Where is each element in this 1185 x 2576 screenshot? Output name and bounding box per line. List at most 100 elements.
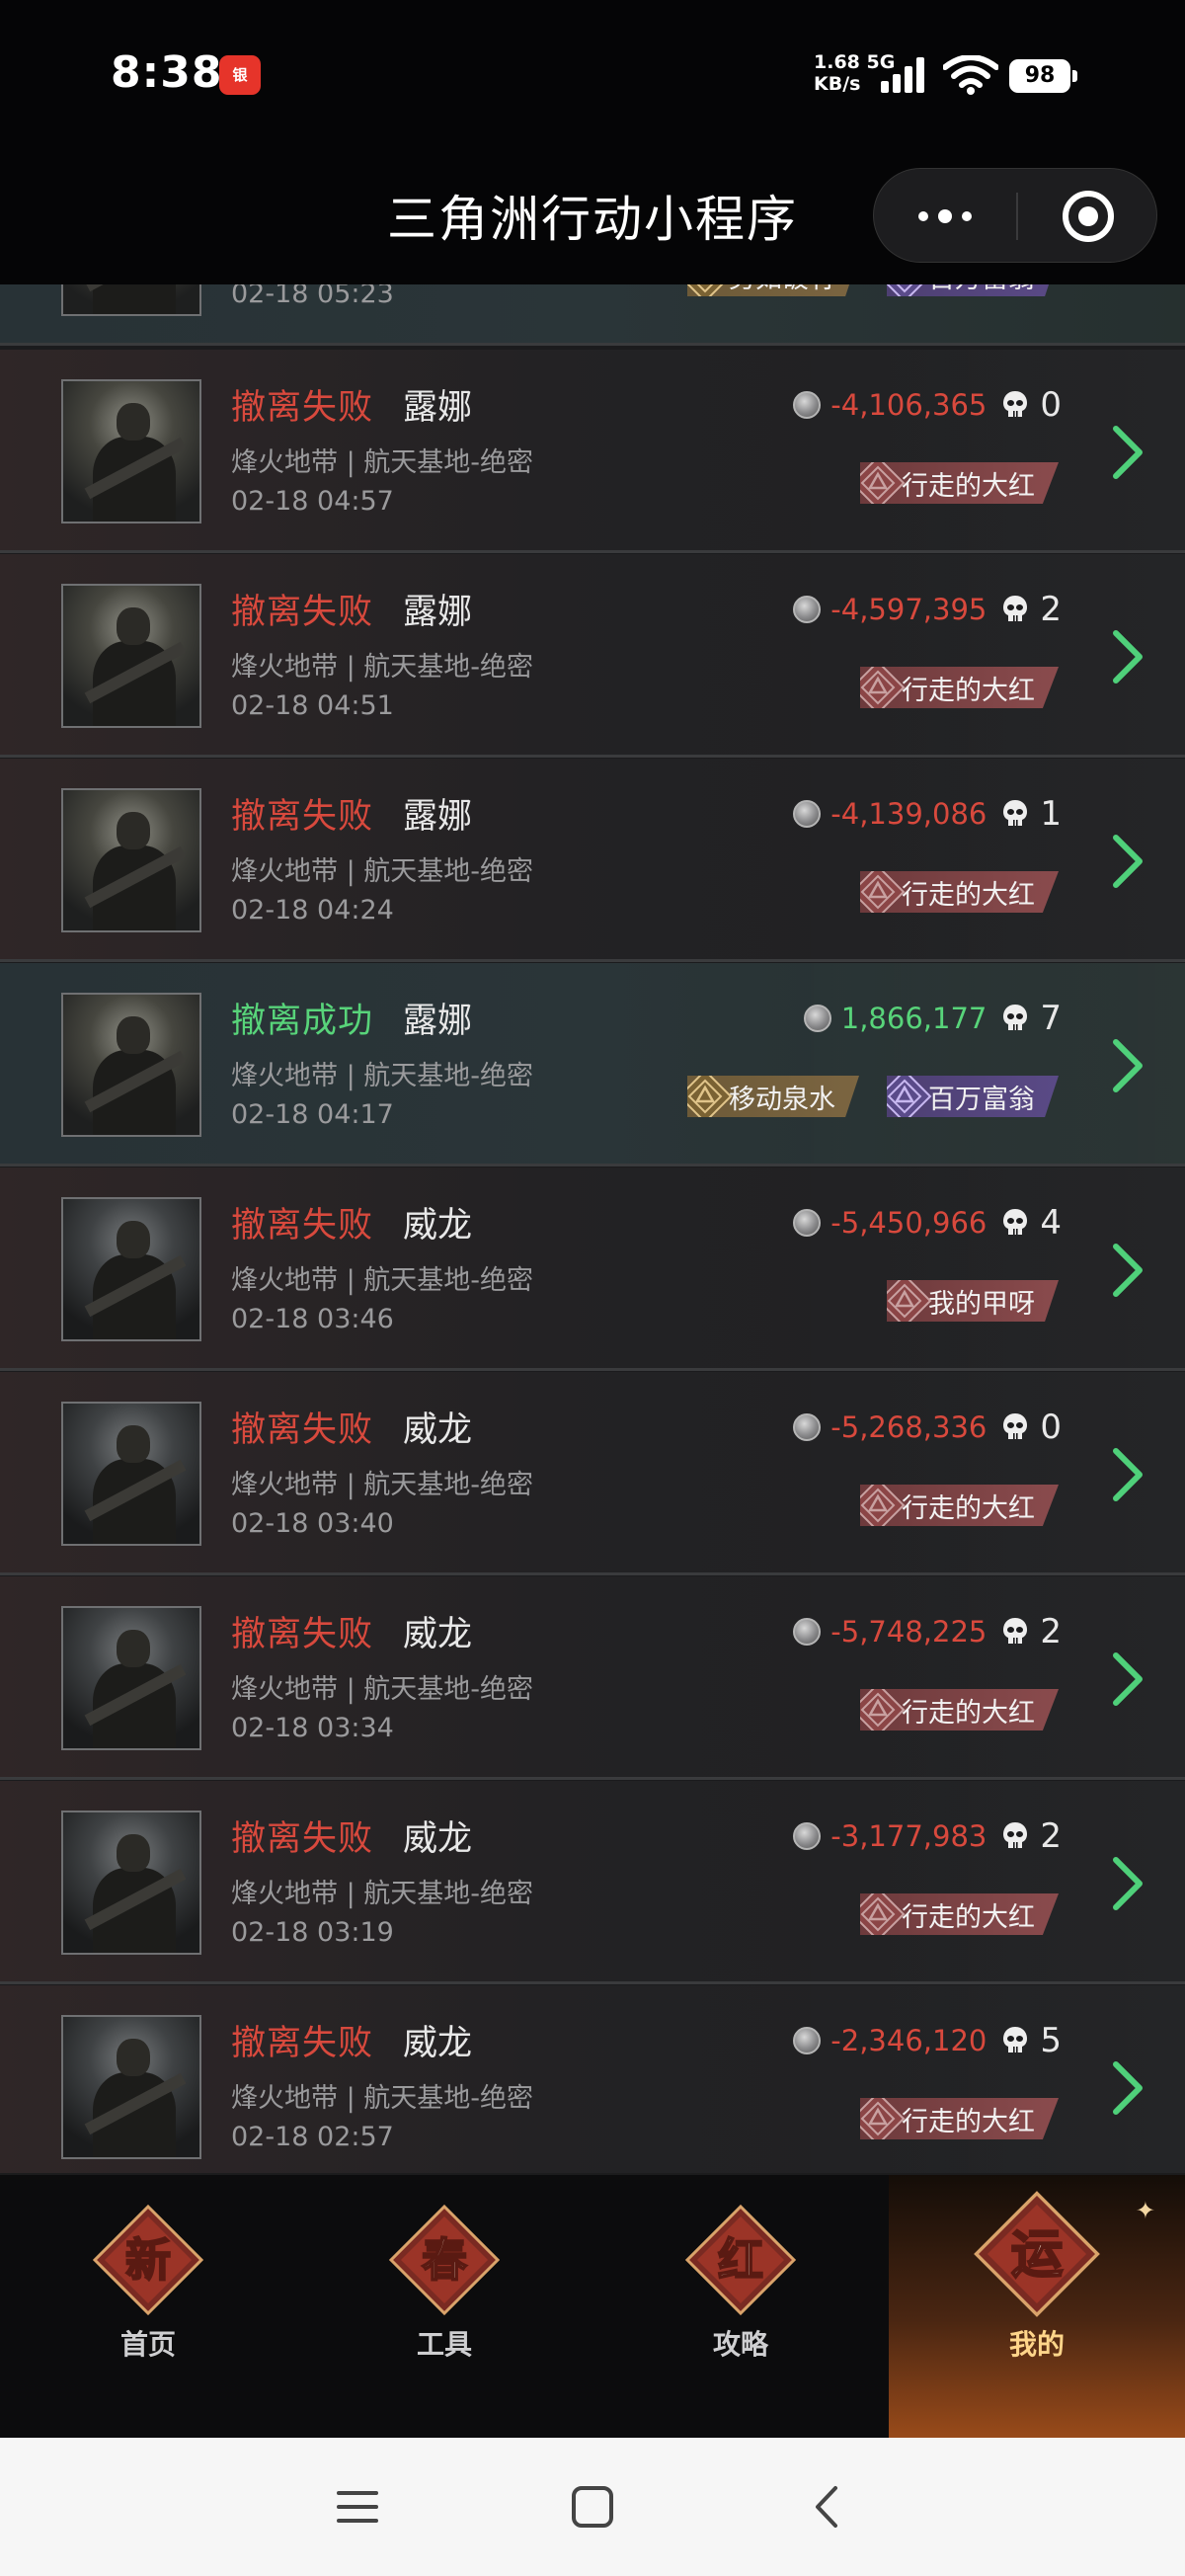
match-time: 02-18 02:57 [231, 2122, 394, 2152]
badge-emblem-icon [860, 1689, 906, 1731]
operator-name: 露娜 [403, 593, 473, 632]
menu-icon[interactable] [328, 2477, 387, 2536]
kill-count: 2 [1040, 590, 1062, 629]
tab-emblem-glyph: 运 [1011, 2224, 1063, 2285]
kill-count: 5 [1040, 2021, 1062, 2060]
chevron-right-icon[interactable] [1110, 629, 1146, 684]
chevron-right-icon[interactable] [1110, 1038, 1146, 1093]
match-row[interactable]: 撤离失败 威龙 烽火地带 | 航天基地-绝密 02-18 02:57 -2,346,12… [0, 1985, 1185, 2173]
map-mode: 烽火地带 | 航天基地-绝密 [231, 1674, 534, 1705]
badge-group: 行走的大红 [848, 871, 1059, 913]
coin-icon [793, 391, 822, 419]
achievement-badge: 行走的大红 [848, 1893, 1059, 1935]
extraction-status: 撤离失败 [231, 388, 374, 428]
kill-count: 0 [1040, 1408, 1062, 1447]
badge-group: 势如破竹 百万富翁 [675, 284, 1059, 296]
kill-count: 2 [1040, 1816, 1062, 1856]
wifi-icon [943, 55, 998, 95]
match-time: 02-18 03:40 [231, 1508, 394, 1539]
match-row[interactable]: 撤离失败 威龙 烽火地带 | 航天基地-绝密 02-18 03:46 -5,450,96… [0, 1167, 1185, 1371]
skull-icon [1003, 391, 1028, 417]
tab-mine[interactable]: 运我的 ✦ [889, 2175, 1185, 2440]
match-time: 02-18 04:17 [231, 1099, 394, 1130]
operator-avatar [61, 379, 201, 523]
badge-emblem-icon [860, 667, 906, 708]
match-row[interactable]: 撤离失败 威龙 烽火地带 | 航天基地-绝密 02-18 03:19 -3,177,98… [0, 1781, 1185, 1984]
badge-label: 行走的大红 [902, 470, 1035, 502]
badge-group: 行走的大红 [848, 1893, 1059, 1935]
match-history-list[interactable]: 02-18 05:23 势如破竹百万富翁 撤离失败露娜烽火地带 | 航天基地-绝… [0, 284, 1185, 2173]
badge-emblem-icon [860, 1485, 906, 1526]
home-square-icon[interactable] [563, 2477, 622, 2536]
badge-label: 行走的大红 [902, 1697, 1035, 1729]
badge-emblem-icon [860, 462, 906, 504]
chevron-right-icon[interactable] [1110, 1447, 1146, 1502]
badge-label: 行走的大红 [902, 879, 1035, 911]
chevron-right-icon[interactable] [1110, 2060, 1146, 2116]
badge-emblem-icon [860, 2098, 906, 2139]
badge-group: 行走的大红 [848, 1689, 1059, 1731]
match-row[interactable]: 撤离成功 露娜 烽火地带 | 航天基地-绝密 02-18 04:17 1,866,177… [0, 963, 1185, 1167]
achievement-badge: 百万富翁 [875, 284, 1059, 296]
badge-label: 我的甲呀 [928, 1288, 1035, 1320]
operator-avatar [61, 1606, 201, 1750]
coin-icon [793, 1822, 822, 1850]
tab-tools[interactable]: 春工具 [296, 2175, 592, 2440]
badge-emblem-icon [687, 1076, 733, 1117]
achievement-badge: 势如破竹 [675, 284, 859, 296]
match-time: 02-18 03:46 [231, 1304, 394, 1334]
badge-group: 行走的大红 [848, 462, 1059, 504]
map-mode: 烽火地带 | 航天基地-绝密 [231, 1879, 534, 1909]
match-row[interactable]: 撤离失败 露娜 烽火地带 | 航天基地-绝密 02-18 04:51 -4,597,39… [0, 554, 1185, 758]
net-value: -5,268,336 [830, 1410, 988, 1444]
chevron-right-icon[interactable] [1110, 1651, 1146, 1707]
net-value: -4,139,086 [830, 797, 988, 831]
map-mode: 烽火地带 | 航天基地-绝密 [231, 856, 534, 887]
match-row[interactable]: 撤离失败 威龙 烽火地带 | 航天基地-绝密 02-18 03:34 -5,748,22… [0, 1576, 1185, 1780]
tab-emblem-glyph: 红 [718, 2233, 763, 2287]
chevron-right-icon[interactable] [1110, 425, 1146, 480]
tab-label: 工具 [416, 2328, 472, 2361]
skull-icon [1003, 1209, 1028, 1235]
match-row-partial[interactable]: 02-18 05:23 势如破竹 百万富翁 [0, 284, 1185, 346]
net-value: -2,346,120 [830, 2024, 988, 2057]
skull-icon [1003, 2027, 1028, 2053]
match-row[interactable]: 撤离失败 露娜 烽火地带 | 航天基地-绝密 02-18 04:24 -4,139,08… [0, 759, 1185, 962]
badge-group: 行走的大红 [848, 2098, 1059, 2139]
chevron-right-icon[interactable] [1110, 1243, 1146, 1298]
kill-count: 7 [1040, 999, 1062, 1038]
badge-label: 百万富翁 [928, 284, 1035, 295]
skull-icon [1003, 596, 1028, 621]
value-summary: -4,106,365 0 [793, 385, 1062, 425]
coin-icon [793, 2027, 822, 2054]
badge-emblem-icon [887, 1280, 932, 1322]
badge-group: 行走的大红 [848, 667, 1059, 708]
match-row[interactable]: 撤离失败 露娜 烽火地带 | 航天基地-绝密 02-18 04:57 -4,106,36… [0, 350, 1185, 553]
skull-icon [1003, 800, 1028, 826]
skull-icon [1003, 1413, 1028, 1439]
extraction-status: 撤离失败 [231, 593, 374, 632]
achievement-badge: 行走的大红 [848, 871, 1059, 913]
chevron-right-icon[interactable] [1110, 834, 1146, 889]
tab-home[interactable]: 新首页 [0, 2175, 296, 2440]
chevron-right-icon[interactable] [1110, 1856, 1146, 1911]
match-row[interactable]: 撤离失败 威龙 烽火地带 | 航天基地-绝密 02-18 03:40 -5,268,33… [0, 1372, 1185, 1575]
extraction-status: 撤离失败 [231, 1410, 374, 1450]
map-mode: 烽火地带 | 航天基地-绝密 [231, 1470, 534, 1500]
operator-avatar [61, 584, 201, 728]
coin-icon [793, 1413, 822, 1441]
tab-guide[interactable]: 红攻略 [592, 2175, 889, 2440]
operator-name: 威龙 [403, 1206, 473, 1246]
operator-name: 威龙 [403, 1819, 473, 1859]
clock: 8:38 [111, 47, 223, 98]
tab-label: 首页 [119, 2328, 176, 2361]
more-dots-icon[interactable] [874, 169, 1016, 264]
operator-avatar [61, 788, 201, 932]
badge-group: 移动泉水 百万富翁 [675, 1076, 1059, 1117]
badge-emblem-icon [860, 1893, 906, 1935]
battery-indicator: 98 [1009, 59, 1070, 93]
back-chevron-icon[interactable] [798, 2477, 857, 2536]
sparkle-icon: ✦ [1135, 2197, 1155, 2224]
kill-count: 4 [1040, 1203, 1062, 1243]
close-circle-icon[interactable] [1018, 169, 1158, 264]
